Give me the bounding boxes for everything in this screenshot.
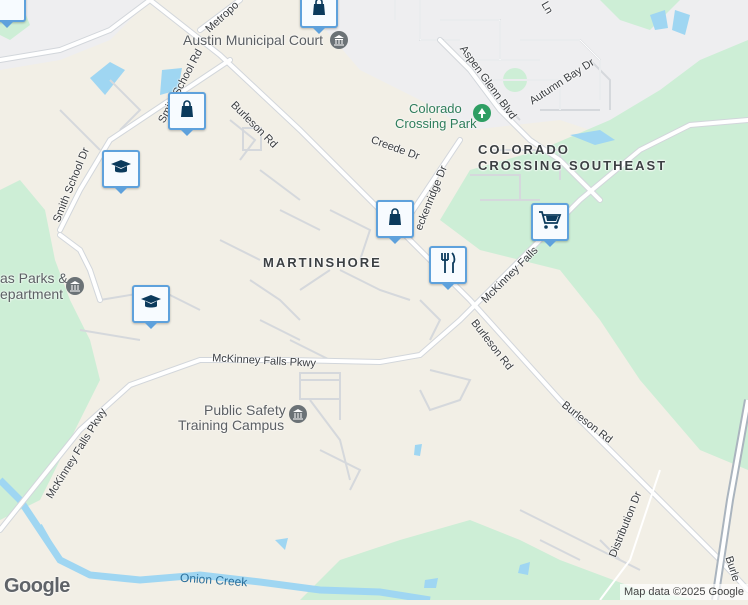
park-label-line1[interactable]: Colorado — [409, 102, 462, 115]
map-pin-partial[interactable] — [0, 0, 26, 28]
google-logo[interactable]: Google — [4, 575, 70, 598]
court-label[interactable]: Austin Municipal Court — [183, 33, 323, 47]
colorado-crossing-line2: CROSSING SOUTHEAST — [478, 158, 668, 173]
shopping-pin[interactable] — [168, 92, 206, 136]
map-attribution[interactable]: Map data ©2025 Google — [619, 584, 748, 600]
courthouse-icon[interactable] — [330, 31, 348, 49]
shopping-bag-icon — [177, 99, 197, 124]
shopping-pin[interactable] — [300, 0, 338, 34]
shopping-bag-icon — [385, 207, 405, 232]
park-label-line2[interactable]: Crossing Park — [395, 117, 477, 130]
map-canvas[interactable]: Austin Municipal Court Colorado Crossing… — [0, 0, 748, 604]
shopping-cart-icon — [538, 210, 562, 235]
school-pin[interactable] — [102, 150, 140, 194]
colorado-crossing-line1: COLORADO — [478, 142, 570, 157]
parks-dept-line1[interactable]: as Parks & — [0, 271, 68, 285]
school-pin[interactable] — [132, 285, 170, 329]
graduation-cap-icon — [140, 292, 162, 317]
graduation-cap-icon — [110, 157, 132, 182]
shopping-pin[interactable] — [376, 200, 414, 244]
parks-dept-line2[interactable]: epartment — [0, 287, 63, 301]
park-tree-icon[interactable] — [473, 104, 491, 122]
safety-campus-line1[interactable]: Public Safety — [204, 403, 286, 417]
safety-campus-line2[interactable]: Training Campus — [178, 418, 284, 432]
restaurant-pin[interactable] — [429, 246, 467, 290]
martinshore-label: MARTINSHORE — [263, 255, 382, 270]
fork-knife-icon — [438, 251, 458, 279]
grocery-pin[interactable] — [531, 203, 569, 247]
government-building-icon[interactable] — [66, 277, 84, 295]
shopping-bag-icon — [309, 0, 329, 22]
government-building-icon[interactable] — [289, 405, 307, 423]
